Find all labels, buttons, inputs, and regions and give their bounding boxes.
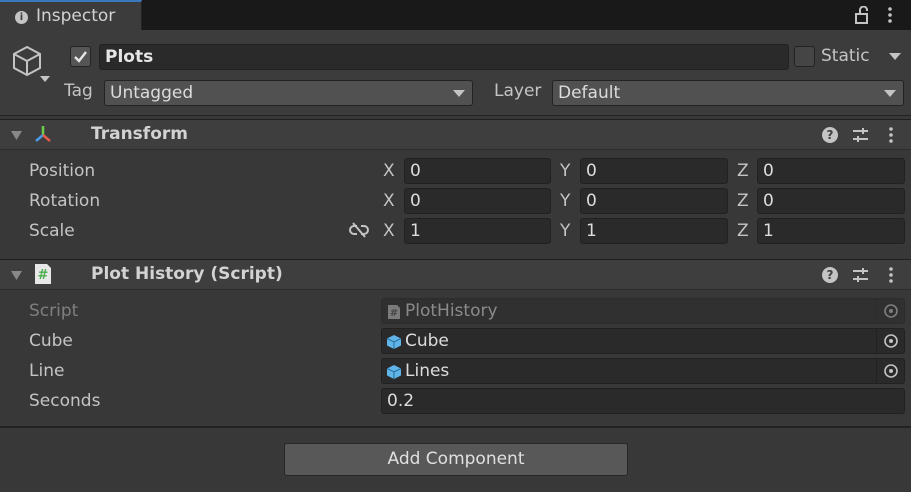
divider xyxy=(0,426,911,428)
tag-label: Tag xyxy=(64,81,93,101)
seconds-label: Seconds xyxy=(29,391,101,411)
prefab-cube-icon xyxy=(386,335,402,349)
tab-title: Inspector xyxy=(36,6,116,26)
prefab-cube-icon xyxy=(386,365,402,379)
axis-y-label[interactable]: Y xyxy=(560,191,570,211)
script-field: # PlotHistory xyxy=(381,298,905,324)
script-glyph: # xyxy=(390,308,398,319)
script-glyph: # xyxy=(38,268,49,283)
rotation-label: Rotation xyxy=(29,191,101,211)
foldout-arrow-icon[interactable] xyxy=(11,271,22,280)
tag-dropdown[interactable]: Untagged xyxy=(104,80,473,106)
kebab-menu-icon[interactable] xyxy=(886,266,896,284)
object-picker-icon xyxy=(884,304,898,318)
tab-inspector[interactable]: i Inspector xyxy=(0,0,142,31)
script-icon: # xyxy=(388,305,400,319)
axis-x-label[interactable]: X xyxy=(383,191,395,211)
tab-bar: i Inspector xyxy=(0,0,911,31)
axis-y-label[interactable]: Y xyxy=(560,161,570,181)
scale-label: Scale xyxy=(29,221,75,241)
tag-value: Untagged xyxy=(110,83,194,103)
transform-title: Transform xyxy=(91,124,188,144)
presets-icon[interactable] xyxy=(852,267,869,283)
object-picker[interactable] xyxy=(876,329,904,353)
chevron-down-icon xyxy=(884,90,896,97)
chevron-down-icon[interactable] xyxy=(40,76,50,82)
kebab-menu-icon[interactable] xyxy=(886,126,896,144)
active-checkbox[interactable] xyxy=(70,46,91,67)
name-field[interactable]: Plots xyxy=(99,44,789,70)
transform-axes-icon xyxy=(35,126,51,142)
layer-dropdown[interactable]: Default xyxy=(552,80,904,106)
line-label: Line xyxy=(29,361,65,381)
foldout-arrow-icon[interactable] xyxy=(11,131,22,140)
static-checkbox[interactable] xyxy=(794,46,815,67)
rotation-y-field[interactable]: 0 xyxy=(580,188,728,214)
plot-history-header[interactable]: # Plot History (Script) ? xyxy=(0,259,911,290)
axis-z-label[interactable]: Z xyxy=(737,161,749,181)
layer-label: Layer xyxy=(494,81,542,101)
axis-z-label[interactable]: Z xyxy=(737,221,749,241)
plot-history-title: Plot History (Script) xyxy=(91,264,283,284)
help-icon[interactable]: ? xyxy=(822,267,838,283)
checkmark-icon xyxy=(74,51,87,63)
position-label: Position xyxy=(29,161,96,181)
static-dropdown-icon[interactable] xyxy=(889,53,901,60)
seconds-field[interactable]: 0.2 xyxy=(381,388,905,414)
constrain-proportions-icon[interactable] xyxy=(349,222,369,238)
kebab-menu-icon[interactable] xyxy=(884,6,896,24)
position-x-field[interactable]: 0 xyxy=(404,158,551,184)
script-icon: # xyxy=(35,264,51,284)
cube-label: Cube xyxy=(29,331,73,351)
scale-z-field[interactable]: 1 xyxy=(757,218,905,244)
scale-y-field[interactable]: 1 xyxy=(580,218,728,244)
axis-z-label[interactable]: Z xyxy=(737,191,749,211)
scale-x-field[interactable]: 1 xyxy=(404,218,551,244)
script-value: PlotHistory xyxy=(405,301,498,321)
gameobject-header: Plots Static Tag Untagged Layer Default xyxy=(0,30,911,116)
line-field[interactable]: Lines xyxy=(381,358,905,384)
chevron-down-icon xyxy=(453,90,465,97)
rotation-z-field[interactable]: 0 xyxy=(757,188,905,214)
lock-icon[interactable] xyxy=(855,6,871,24)
transform-header[interactable]: Transform ? xyxy=(0,119,911,150)
help-icon[interactable]: ? xyxy=(822,127,838,143)
info-icon: i xyxy=(15,11,28,24)
position-y-field[interactable]: 0 xyxy=(580,158,728,184)
object-picker-icon xyxy=(884,334,898,348)
cube-field[interactable]: Cube xyxy=(381,328,905,354)
line-value: Lines xyxy=(405,361,450,381)
object-picker[interactable] xyxy=(876,359,904,383)
axis-x-label[interactable]: X xyxy=(383,221,395,241)
object-picker xyxy=(876,299,904,323)
axis-x-label[interactable]: X xyxy=(383,161,395,181)
add-component-button[interactable]: Add Component xyxy=(284,443,628,476)
presets-icon[interactable] xyxy=(852,127,869,143)
axis-y-label[interactable]: Y xyxy=(560,221,570,241)
position-z-field[interactable]: 0 xyxy=(757,158,905,184)
layer-value: Default xyxy=(558,83,621,103)
script-label: Script xyxy=(29,301,79,321)
cube-value: Cube xyxy=(405,331,449,351)
rotation-x-field[interactable]: 0 xyxy=(404,188,551,214)
gameobject-cube-icon[interactable] xyxy=(10,44,44,78)
static-label: Static xyxy=(821,46,870,66)
object-picker-icon xyxy=(884,364,898,378)
